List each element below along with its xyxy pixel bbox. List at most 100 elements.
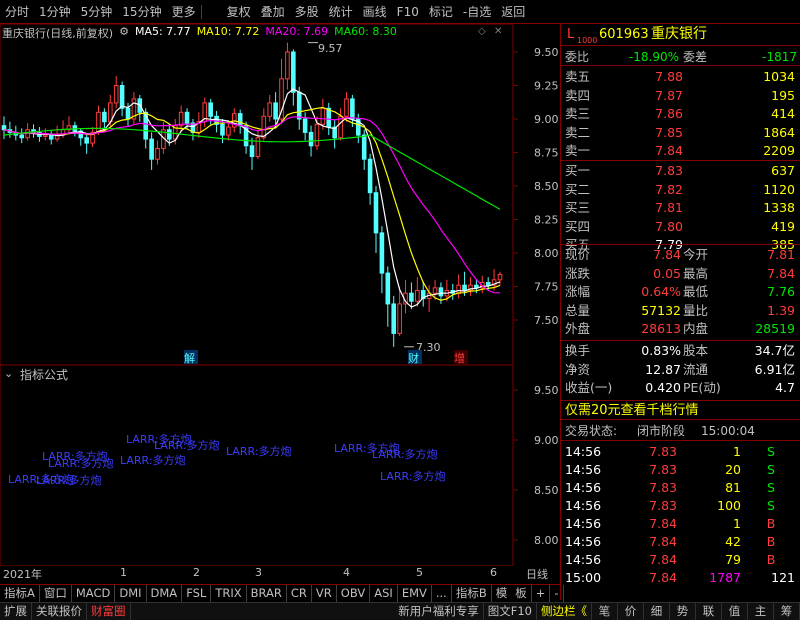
- tick-price: 7.83: [649, 444, 677, 459]
- fuquan-button[interactable]: 复权: [222, 0, 256, 24]
- tab-brar[interactable]: BRAR: [247, 585, 287, 602]
- tab-15min[interactable]: 15分钟: [117, 0, 166, 24]
- candle-body: [249, 145, 255, 158]
- tab-cr[interactable]: CR: [287, 585, 312, 602]
- add-button[interactable]: +: [532, 585, 551, 602]
- tab-dmi[interactable]: DMI: [115, 585, 147, 602]
- tab-fsl[interactable]: FSL: [182, 585, 212, 602]
- more-button[interactable]: 更多: [167, 0, 201, 24]
- stat-label: 外盘: [565, 321, 591, 336]
- tab-macd[interactable]: MACD: [72, 585, 116, 602]
- tab-obv[interactable]: OBV: [337, 585, 371, 602]
- overlay-button[interactable]: 叠加: [256, 0, 290, 24]
- tab-detail[interactable]: 细: [644, 603, 670, 620]
- order-book: 卖五 7.88 1034 卖四 7.87 195 卖三 7.86 414 卖二 7.85 1864 卖一…: [561, 68, 800, 268]
- candle-body: [208, 102, 213, 117]
- price-axis: 9.50 9.25 9.00 8.75 8.50 8.25 8.00 7.75 7.50 9.50…: [513, 46, 559, 547]
- tick-time: 14:56: [565, 552, 602, 567]
- tab-trend[interactable]: 势: [670, 603, 696, 620]
- tab-main[interactable]: 主: [748, 603, 774, 620]
- sidebar-toggle[interactable]: 侧边栏《: [537, 603, 592, 620]
- tab-fenshi[interactable]: 分时: [0, 0, 34, 24]
- ask-price: 7.84: [655, 143, 683, 158]
- marker-cai[interactable]: 财: [408, 350, 422, 365]
- tab-asi[interactable]: ASI: [370, 585, 398, 602]
- tab-price[interactable]: 价: [618, 603, 644, 620]
- stat-value: 1.39: [767, 302, 795, 318]
- candle-body: [320, 107, 326, 125]
- stat-value: 0.64%: [641, 284, 681, 299]
- bid-volume: 1338: [763, 200, 795, 215]
- promo-text[interactable]: 仅需20元查看千档行情: [565, 402, 699, 420]
- y-tick-label: 9.25: [534, 80, 559, 93]
- bid-volume: 419: [771, 218, 795, 234]
- x-axis-label: 2: [193, 566, 200, 579]
- tab-template-2[interactable]: 板: [511, 585, 532, 602]
- candle-body: [220, 123, 225, 136]
- ma5-line: [3, 88, 501, 308]
- tab-trix[interactable]: TRIX: [211, 585, 247, 602]
- price-stats: 现价 7.84 今开 7.81 涨跌 0.05 最高 7.84 涨幅 0.64% 最低 7.76 总量 5…: [561, 244, 800, 338]
- tab-5min[interactable]: 5分钟: [76, 0, 118, 24]
- tab-more[interactable]: ...: [432, 585, 452, 602]
- ask-price: 7.87: [655, 87, 683, 103]
- tick-list: 14:56 7.83 1 S 14:56 7.83 20 S 14:56 7.83 81 S 14:56…: [561, 443, 800, 603]
- tick-price: 7.83: [649, 480, 677, 495]
- f10-text-button[interactable]: 图文F10: [484, 603, 537, 620]
- wealth-circle-button[interactable]: 财富圈: [87, 603, 131, 620]
- indicator-title[interactable]: 指标公式: [20, 366, 68, 383]
- candle-body: [326, 107, 332, 128]
- draw-line-button[interactable]: 画线: [358, 0, 392, 24]
- back-button[interactable]: 返回: [496, 0, 530, 24]
- stat-label: 最高: [683, 265, 709, 281]
- ask-label: 卖二: [565, 124, 591, 140]
- stats-button[interactable]: 统计: [324, 0, 358, 24]
- tab-related[interactable]: 联: [696, 603, 722, 620]
- tick-volume: 20: [725, 462, 741, 477]
- stat-label: 最低: [683, 284, 709, 299]
- tab-indicator-a[interactable]: 指标A: [0, 585, 40, 602]
- remove-watchlist-button[interactable]: -自选: [458, 0, 496, 24]
- trade-time: 15:00:04: [701, 424, 755, 438]
- related-quote-button[interactable]: 关联报价: [32, 603, 87, 620]
- candle-body: [119, 85, 125, 109]
- y-tick-label: 7.75: [534, 281, 559, 294]
- trade-state-value: 闭市阶段: [637, 424, 686, 438]
- book-divider: [561, 160, 800, 161]
- chevron-down-icon[interactable]: ⌄: [4, 367, 13, 380]
- tab-template[interactable]: 模: [492, 585, 512, 602]
- marker-jie[interactable]: 解: [184, 350, 198, 365]
- tab-trades[interactable]: 笔: [592, 603, 618, 620]
- tick-side: B: [766, 552, 776, 567]
- tab-chips[interactable]: 筹: [774, 603, 800, 620]
- period-label[interactable]: 日线: [526, 566, 548, 582]
- tab-window[interactable]: 窗口: [40, 585, 72, 602]
- stats-divider: [561, 244, 800, 245]
- stat-value: 0.05: [653, 265, 681, 281]
- ask-label: 卖一: [565, 143, 591, 158]
- candle-body: [261, 115, 267, 139]
- f10-button[interactable]: F10: [392, 0, 424, 24]
- new-user-promo[interactable]: 新用户福利专享: [394, 603, 484, 620]
- y-tick-label: 8.75: [534, 147, 559, 160]
- tab-value[interactable]: 值: [722, 603, 748, 620]
- bid-price: 7.81: [655, 200, 683, 215]
- ask-volume: 1864: [763, 124, 795, 140]
- quote-panel: L 1000 601963 重庆银行 委比 -18.90% 委差 -1817 卖…: [560, 24, 800, 600]
- mark-button[interactable]: 标记: [424, 0, 458, 24]
- tab-1min[interactable]: 1分钟: [34, 0, 76, 24]
- stat-label: 涨幅: [565, 284, 591, 299]
- tick-volume: 1787: [709, 570, 741, 585]
- tab-emv[interactable]: EMV: [398, 585, 432, 602]
- promo-banner[interactable]: 仅需20元查看千档行情: [561, 400, 800, 420]
- ask-label: 卖四: [565, 87, 591, 103]
- fin-divider: [561, 340, 800, 341]
- marker-zeng[interactable]: 增: [454, 350, 468, 365]
- tab-indicator-b[interactable]: 指标B: [452, 585, 492, 602]
- multi-stock-button[interactable]: 多股: [290, 0, 324, 24]
- y-tick-label: 8.25: [534, 214, 559, 227]
- ask-volume: 2209: [763, 143, 795, 158]
- tab-vr[interactable]: VR: [312, 585, 337, 602]
- expand-button[interactable]: 扩展: [0, 603, 32, 620]
- tab-dma[interactable]: DMA: [147, 585, 183, 602]
